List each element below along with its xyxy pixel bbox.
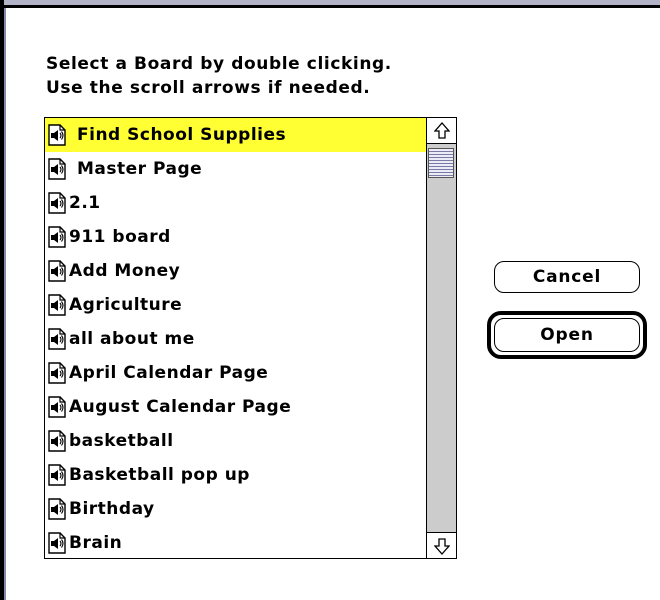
board-list-rows: Find School Supplies Master Page 2.1 911 bo… (45, 118, 427, 558)
list-item-label: all about me (69, 329, 195, 349)
speaker-document-icon (48, 498, 66, 520)
list-item[interactable]: Add Money (45, 254, 427, 288)
list-item-label: August Calendar Page (69, 397, 292, 417)
list-item[interactable]: August Calendar Page (45, 390, 427, 424)
instruction-line-1: Select a Board by double clicking. (46, 54, 392, 74)
list-item[interactable]: Find School Supplies (45, 118, 427, 152)
list-item[interactable]: all about me (45, 322, 427, 356)
list-item[interactable]: 911 board (45, 220, 427, 254)
speaker-document-icon (48, 430, 66, 452)
open-button[interactable]: Open (494, 318, 640, 352)
list-item-label: 2.1 (69, 193, 101, 213)
speaker-document-icon (48, 226, 66, 248)
scrollbar[interactable] (426, 118, 456, 558)
list-item[interactable]: April Calendar Page (45, 356, 427, 390)
list-item-label: Master Page (77, 159, 203, 179)
list-item-label: Add Money (69, 261, 181, 281)
instructions: Select a Board by double clicking. Use t… (46, 52, 526, 100)
scroll-thumb[interactable] (428, 148, 454, 178)
scroll-up-arrow-icon (433, 121, 450, 139)
speaker-document-icon (48, 532, 66, 554)
list-item-label: Basketball pop up (69, 465, 250, 485)
list-item[interactable]: Agriculture (45, 288, 427, 322)
speaker-document-icon (48, 158, 66, 180)
window-left-edge (0, 0, 6, 600)
scroll-down-button[interactable] (427, 532, 456, 558)
scroll-down-arrow-icon (433, 537, 450, 555)
list-item[interactable]: basketball (45, 424, 427, 458)
instruction-line-2: Use the scroll arrows if needed. (46, 78, 371, 98)
list-item[interactable]: Brain (45, 526, 427, 558)
list-item[interactable]: Birthday (45, 492, 427, 526)
list-item-label: Find School Supplies (77, 125, 287, 145)
list-item-label: basketball (69, 431, 174, 451)
speaker-document-icon (48, 328, 66, 350)
list-item-label: Birthday (69, 499, 155, 519)
scroll-up-button[interactable] (427, 118, 456, 144)
speaker-document-icon (48, 362, 66, 384)
speaker-document-icon (48, 260, 66, 282)
speaker-document-icon (48, 464, 66, 486)
list-item-label: Brain (69, 533, 123, 553)
list-item-label: 911 board (69, 227, 171, 247)
speaker-document-icon (48, 124, 66, 146)
board-list[interactable]: Find School Supplies Master Page 2.1 911 bo… (44, 117, 457, 559)
list-item[interactable]: Basketball pop up (45, 458, 427, 492)
speaker-document-icon (48, 192, 66, 214)
list-item[interactable]: 2.1 (45, 186, 427, 220)
list-item-label: Agriculture (69, 295, 183, 315)
speaker-document-icon (48, 294, 66, 316)
list-item-label: April Calendar Page (69, 363, 269, 383)
speaker-document-icon (48, 396, 66, 418)
cancel-button[interactable]: Cancel (494, 261, 640, 293)
window-title-edge (0, 0, 660, 8)
list-item[interactable]: Master Page (45, 152, 427, 186)
